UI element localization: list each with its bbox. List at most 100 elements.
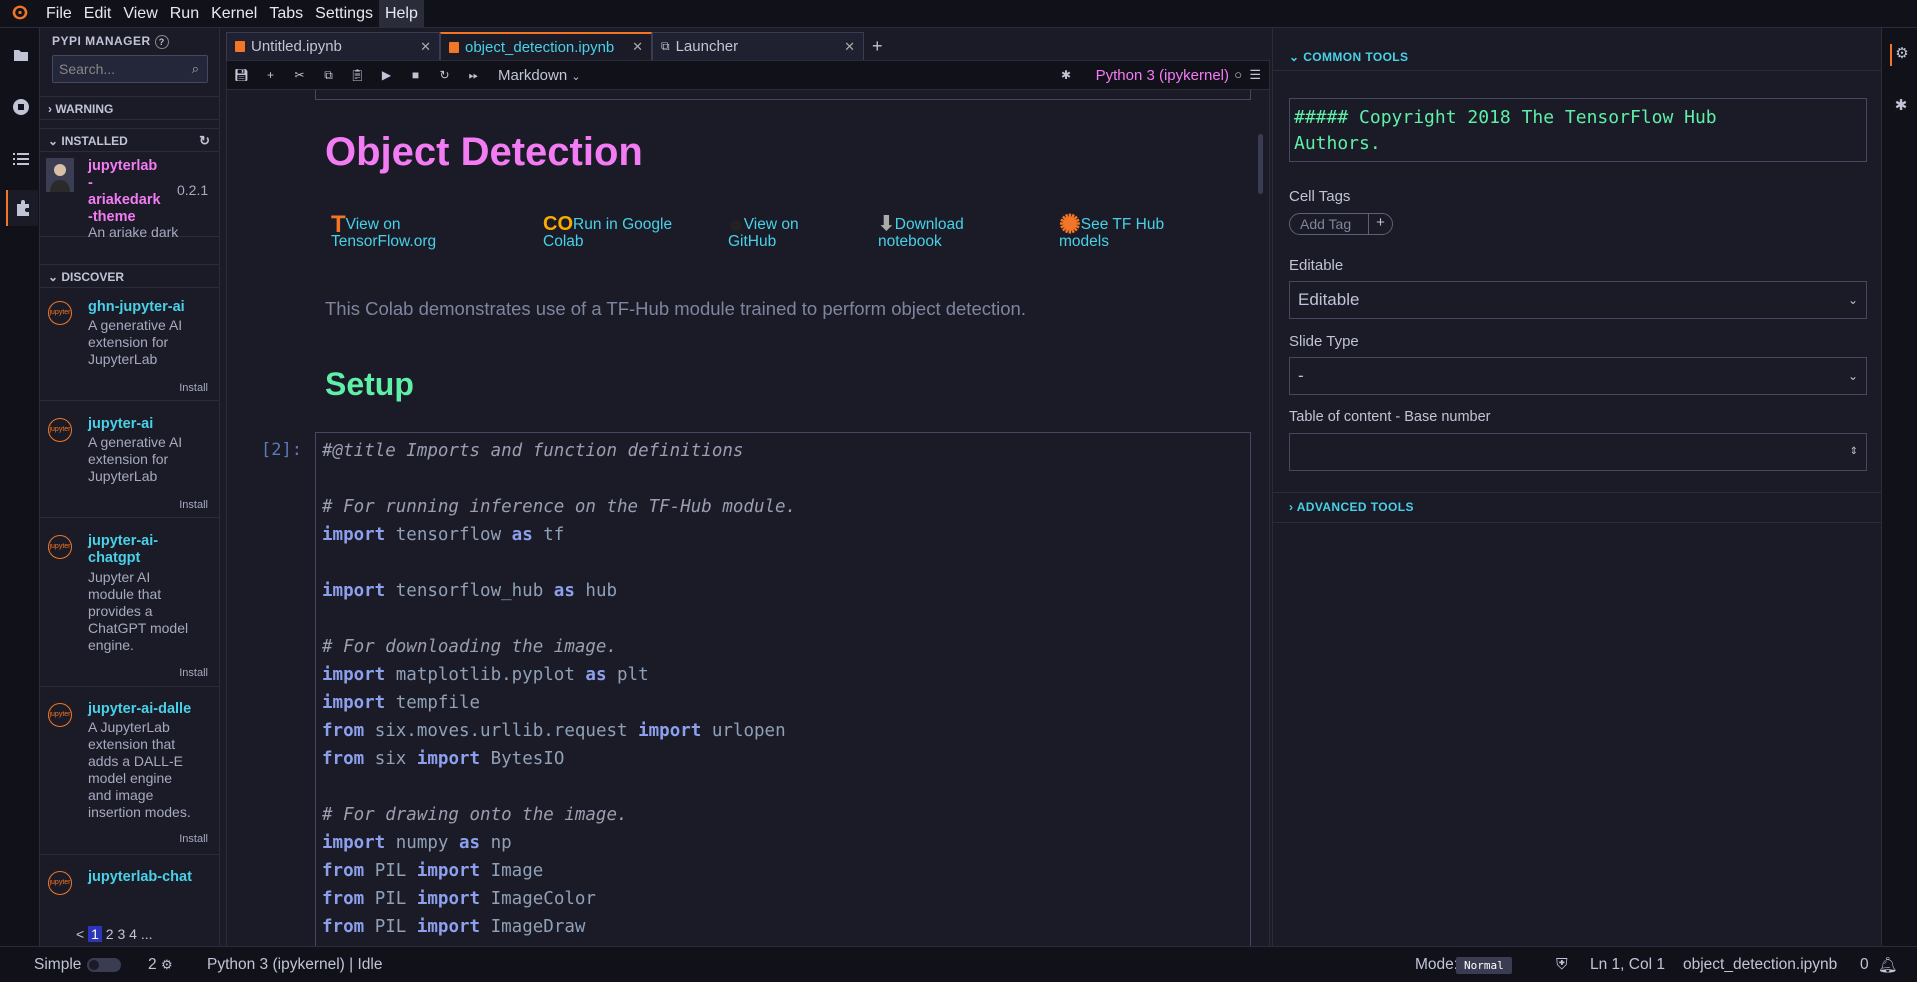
terminal-count[interactable]: 2 ⚙	[148, 956, 173, 974]
code-token: import	[322, 693, 386, 713]
pager-page[interactable]: 2	[106, 926, 114, 942]
menu-settings[interactable]: Settings	[309, 0, 379, 28]
install-button[interactable]: Install	[179, 499, 208, 511]
simple-mode-toggle[interactable]: Simple	[34, 956, 122, 974]
fast-forward-icon[interactable]: ⏩︎	[459, 68, 488, 83]
pager-page[interactable]: 1	[88, 926, 102, 942]
bell-icon[interactable]: 🔔︎	[1878, 956, 1898, 975]
cell-source-preview[interactable]: ##### Copyright 2018 The TensorFlow Hub …	[1289, 98, 1867, 162]
code-token: hub	[574, 581, 618, 601]
previous-cell[interactable]	[315, 90, 1251, 100]
install-button[interactable]: Install	[179, 382, 208, 394]
warning-section-header[interactable]: › WARNING	[40, 96, 219, 120]
discover-section-header[interactable]: ⌄ DISCOVER	[40, 264, 219, 288]
save-icon[interactable]: 💾︎	[227, 68, 256, 82]
link-run-colab[interactable]: CORun in Google Colab	[543, 214, 672, 250]
code-token: ImageColor	[480, 889, 596, 909]
discover-package-item[interactable]: jupyter jupyter-ai-dalle A JupyterLab ext…	[40, 695, 219, 855]
link-tf-hub-models[interactable]: ✺See TF Hub models	[1059, 211, 1164, 250]
tab-object-detection[interactable]: object_detection.ipynb ✕	[440, 32, 652, 60]
code-token: import	[638, 721, 702, 741]
code-line: import tempfile	[322, 689, 1244, 717]
tab-launcher[interactable]: ⧉ Launcher ✕	[652, 32, 864, 60]
run-icon[interactable]: ▶	[372, 68, 401, 82]
slide-type-select[interactable]: - ⌄	[1289, 357, 1867, 395]
copy-icon[interactable]: ⧉	[314, 68, 343, 83]
discover-package-item[interactable]: jupyter jupyterlab-chat	[40, 863, 219, 917]
add-tag-button[interactable]: Add Tag +	[1289, 213, 1393, 235]
debugger-icon[interactable]: ✱	[1890, 96, 1912, 118]
menu-view[interactable]: View	[117, 0, 163, 28]
toc-base-number-input[interactable]: ⇕	[1289, 433, 1867, 471]
menu-file[interactable]: File	[40, 0, 78, 28]
install-button[interactable]: Install	[179, 833, 208, 845]
folder-icon[interactable]	[8, 42, 34, 68]
code-token: tf	[532, 525, 565, 545]
code-cell-editor[interactable]: #@title Imports and function definitions…	[315, 432, 1251, 946]
advanced-tools-header[interactable]: › ADVANCED TOOLS	[1289, 500, 1414, 514]
table-of-contents-icon[interactable]	[8, 146, 34, 172]
code-token: from	[322, 861, 365, 881]
trusted-shield-icon[interactable]: ⛨	[1556, 956, 1568, 974]
stepper-icon[interactable]: ⇕	[1850, 434, 1858, 470]
add-cell-icon[interactable]: +	[256, 68, 285, 82]
discover-package-item[interactable]: jupyter jupyter-ai A generative AI extens…	[40, 410, 219, 518]
install-button[interactable]: Install	[179, 667, 208, 679]
kernel-status[interactable]: Python 3 (ipykernel) | Idle	[207, 956, 382, 974]
close-icon[interactable]: ✕	[632, 39, 643, 55]
menu-kernel[interactable]: Kernel	[205, 0, 263, 28]
restart-icon[interactable]: ↻	[430, 68, 459, 82]
cell-type-select[interactable]: Markdown ⌄	[498, 67, 581, 84]
code-token: import	[416, 917, 481, 937]
link-view-github[interactable]: ●View on GitHub	[728, 211, 799, 250]
tab-untitled[interactable]: Untitled.ipynb ✕	[226, 32, 440, 60]
menu-bar: ⵙ File Edit View Run Kernel Tabs Setting…	[0, 0, 1917, 28]
right-activity-bar: ⚙ ✱	[1881, 28, 1917, 960]
markdown-heading-2: Setup	[325, 366, 414, 402]
link-view-tensorflow[interactable]: TView on TensorFlow.org	[331, 213, 436, 251]
code-token: six.moves.urllib.request	[364, 721, 639, 741]
discover-package-item[interactable]: jupyter jupyter-ai-chatgpt Jupyter AI mod…	[40, 527, 219, 687]
installed-section-header[interactable]: ⌄ INSTALLED ↻	[40, 128, 219, 153]
help-icon[interactable]: ?	[154, 35, 169, 49]
property-inspector-gears-icon[interactable]: ⚙	[1890, 44, 1912, 66]
editable-select[interactable]: Editable ⌄	[1289, 281, 1867, 319]
installed-package-item[interactable]: jupyterlab - ariakedark -theme 0.2.1 An …	[40, 152, 219, 240]
refresh-icon[interactable]: ↻	[199, 129, 210, 153]
stop-icon[interactable]: ■	[401, 68, 430, 82]
toc-base-number-label: Table of content - Base number	[1289, 409, 1491, 425]
pager-page[interactable]: 4	[129, 926, 137, 942]
extension-puzzle-icon[interactable]	[6, 190, 38, 226]
launcher-icon: ⧉	[661, 39, 670, 53]
link-download-notebook[interactable]: ⬇Download notebook	[878, 214, 964, 250]
common-tools-header[interactable]: ⌄ COMMON TOOLS	[1289, 50, 1408, 64]
menu-edit[interactable]: Edit	[78, 0, 118, 28]
menu-help[interactable]: Help	[378, 0, 424, 28]
menu-icon[interactable]: ☰	[1249, 67, 1261, 82]
pager-page[interactable]: 3	[117, 926, 125, 942]
code-token: PIL	[364, 889, 417, 909]
pypi-search-input[interactable]: Search... ⌕	[52, 55, 208, 83]
code-token: tensorflow	[385, 525, 512, 545]
menu-run[interactable]: Run	[164, 0, 205, 28]
menu-tabs[interactable]: Tabs	[263, 0, 309, 28]
toggle-switch[interactable]	[87, 957, 122, 972]
code-token: # For drawing onto the image.	[322, 805, 628, 825]
close-icon[interactable]: ✕	[420, 39, 431, 55]
discover-package-item[interactable]: jupyter ghn-jupyter-ai A generative AI ex…	[40, 293, 219, 401]
cursor-position[interactable]: Ln 1, Col 1	[1590, 956, 1665, 974]
pager-prev[interactable]: <	[76, 926, 84, 942]
kernel-name-button[interactable]: Python 3 (ipykernel)	[1096, 67, 1229, 84]
notebook-scrollbar[interactable]	[1258, 134, 1263, 194]
cut-icon[interactable]: ✂	[285, 68, 314, 82]
search-icon: ⌕	[191, 61, 199, 76]
close-icon[interactable]: ✕	[844, 39, 855, 55]
code-token: PIL	[364, 917, 417, 937]
new-tab-button[interactable]: +	[864, 32, 891, 60]
paste-icon[interactable]: 📋︎	[343, 68, 372, 82]
running-stop-icon[interactable]	[8, 94, 34, 120]
code-token: numpy	[385, 833, 459, 853]
notification-count[interactable]: 0	[1860, 956, 1869, 974]
debugger-bug-icon[interactable]: ✱	[1061, 68, 1071, 82]
code-token: as	[511, 525, 533, 545]
